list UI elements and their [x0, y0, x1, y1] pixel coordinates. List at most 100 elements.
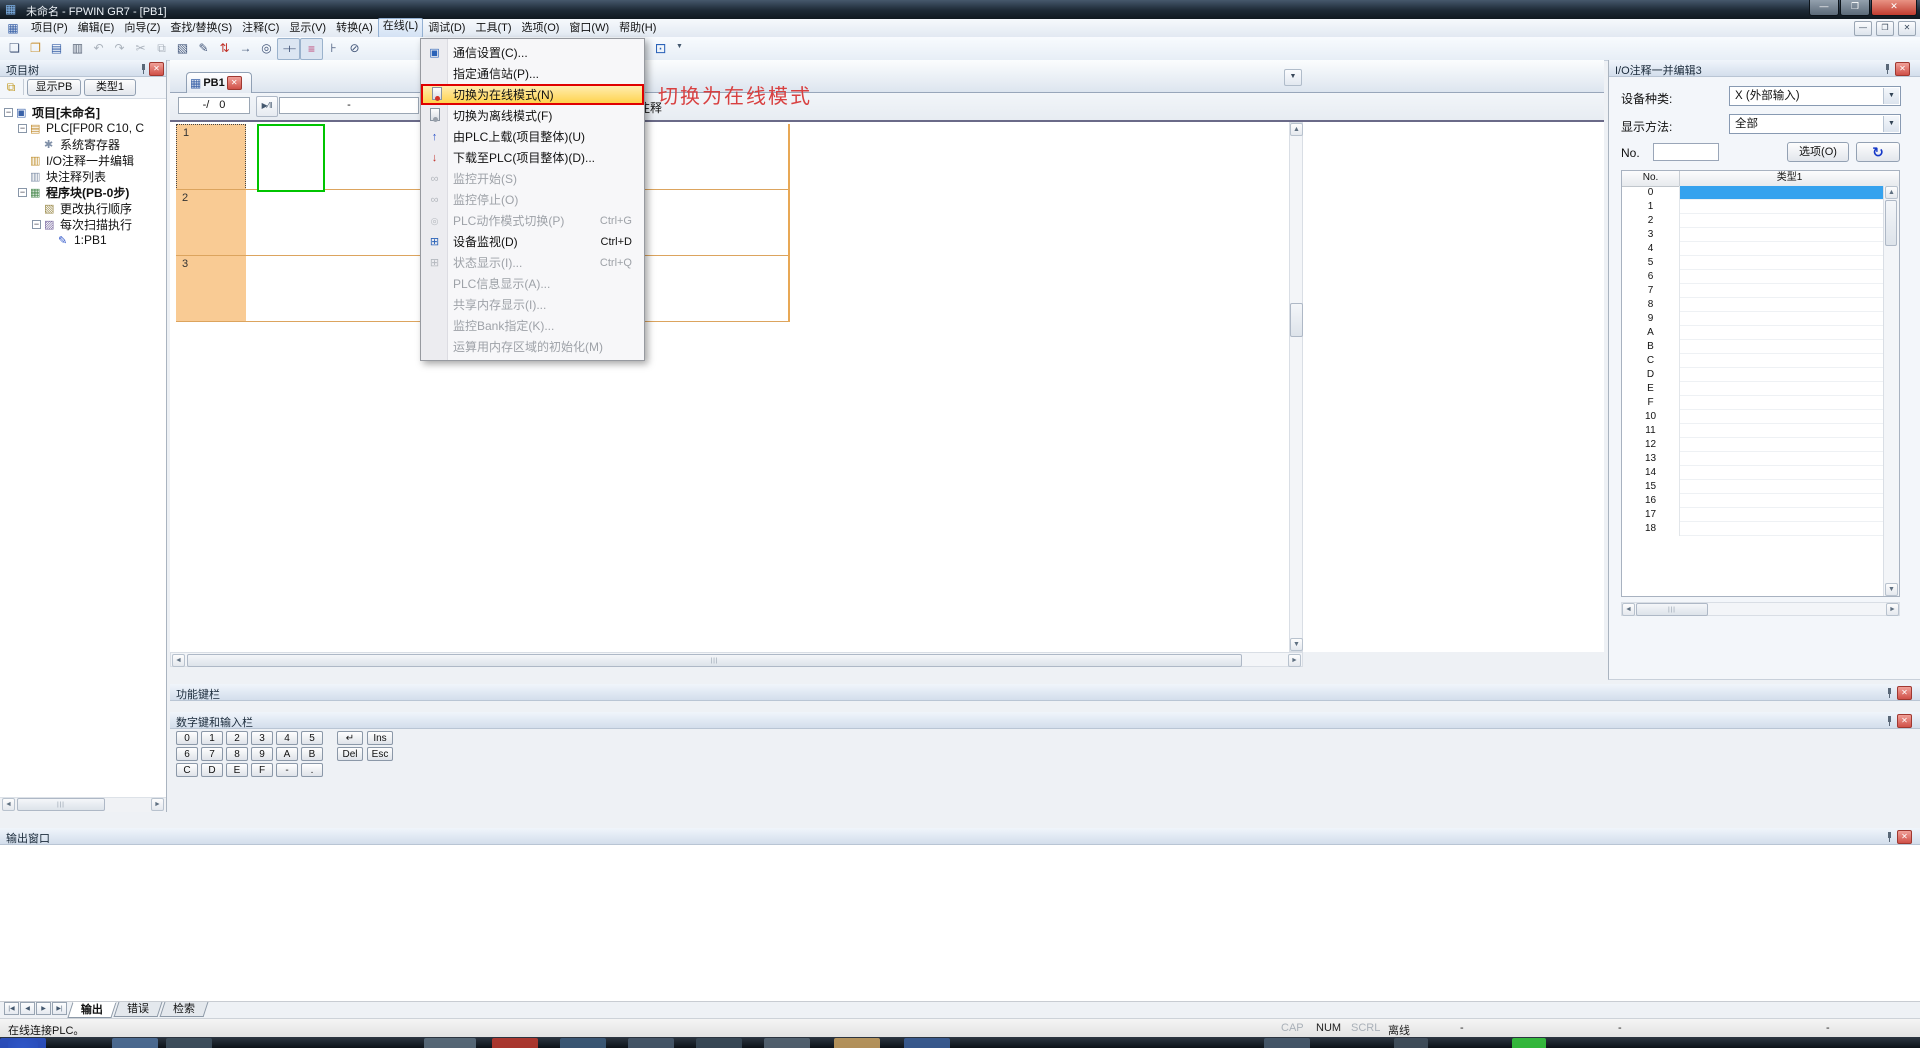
menu-option[interactable]: 共享内存显示(I)...: [421, 294, 644, 315]
comment-cell[interactable]: [1680, 312, 1884, 326]
table-row[interactable]: 16: [1622, 494, 1884, 508]
table-row[interactable]: D: [1622, 368, 1884, 382]
scroll-up-icon[interactable]: ▲: [1885, 186, 1898, 199]
keypad-key[interactable]: 7: [201, 747, 223, 761]
close-panel-icon[interactable]: [1895, 62, 1910, 76]
close-panel-icon[interactable]: [1897, 686, 1912, 700]
menu-item[interactable]: 转换(A): [331, 19, 378, 37]
keypad-key[interactable]: D: [201, 763, 223, 777]
edit-comment-icon[interactable]: [193, 38, 214, 58]
menu-item[interactable]: 显示(V): [284, 19, 331, 37]
menu-option[interactable]: 监控停止(O): [421, 189, 644, 210]
tree-item[interactable]: 程序块(PB-0步): [0, 184, 166, 200]
menu-item[interactable]: 帮助(H): [614, 19, 661, 37]
taskbar-item[interactable]: [904, 1038, 950, 1048]
menu-option[interactable]: 通信设置(C)...: [421, 42, 644, 63]
io-vertical-scrollbar[interactable]: ▲ ▼: [1883, 186, 1899, 596]
taskbar-item[interactable]: [424, 1038, 476, 1048]
ins-key[interactable]: Ins: [367, 731, 393, 745]
taskbar-item[interactable]: [560, 1038, 606, 1048]
device-type-select[interactable]: X (外部输入): [1729, 86, 1901, 106]
comment-cell[interactable]: [1680, 368, 1884, 382]
monitor-display-icon[interactable]: [650, 38, 671, 58]
enter-key[interactable]: ↵: [337, 731, 363, 745]
comment-cell[interactable]: [1680, 186, 1884, 200]
close-panel-icon[interactable]: [149, 62, 164, 76]
keypad-key[interactable]: 1: [201, 731, 223, 745]
menu-option[interactable]: 由PLC上载(项目整体)(U): [421, 126, 644, 147]
save-icon[interactable]: [46, 38, 67, 58]
tree-item[interactable]: 块注释列表: [0, 168, 166, 184]
taskbar-item[interactable]: [112, 1038, 158, 1048]
table-row[interactable]: 11: [1622, 424, 1884, 438]
table-row[interactable]: 1: [1622, 200, 1884, 214]
scrollbar-thumb[interactable]: [1885, 200, 1897, 246]
scroll-up-icon[interactable]: ▲: [1290, 123, 1303, 136]
comment-cell[interactable]: [1680, 298, 1884, 312]
scroll-right-icon[interactable]: ►: [1886, 603, 1899, 616]
find-icon[interactable]: [256, 38, 277, 58]
line-icon[interactable]: [323, 38, 344, 58]
cut-icon[interactable]: [130, 38, 151, 58]
taskbar-item[interactable]: [1512, 1038, 1546, 1048]
scrollbar-thumb[interactable]: [1636, 603, 1708, 616]
taskbar-item[interactable]: [696, 1038, 742, 1048]
keypad-key[interactable]: 5: [301, 731, 323, 745]
menu-option[interactable]: PLC信息显示(A)...: [421, 273, 644, 294]
ladder-editor-canvas[interactable]: 1 2 3: [170, 120, 1604, 652]
tree-expander-icon[interactable]: [4, 108, 13, 117]
editor-horizontal-scrollbar[interactable]: ◄ ►: [170, 652, 1303, 667]
keypad-key[interactable]: 9: [251, 747, 273, 761]
taskbar-item[interactable]: [1264, 1038, 1310, 1048]
menu-option[interactable]: 下载至PLC(项目整体)(D)...: [421, 147, 644, 168]
table-row[interactable]: 14: [1622, 466, 1884, 480]
tab-nav-icon[interactable]: |◀: [4, 1002, 19, 1015]
jump-icon[interactable]: [235, 38, 256, 58]
ladder-row-header[interactable]: 2: [176, 190, 246, 256]
menu-item[interactable]: 调试(D): [423, 19, 470, 37]
io-horizontal-scrollbar[interactable]: ◄ ►: [1621, 602, 1900, 616]
editor-vertical-scrollbar[interactable]: ▲ ▼: [1289, 122, 1303, 652]
undo-icon[interactable]: [88, 38, 109, 58]
table-row[interactable]: 4: [1622, 242, 1884, 256]
tab-nav-icon[interactable]: ◀: [20, 1002, 35, 1015]
mdi-minimize-button[interactable]: —: [1854, 21, 1872, 36]
show-pb-button[interactable]: 显示PB: [27, 79, 81, 96]
table-row[interactable]: 13: [1622, 452, 1884, 466]
table-row[interactable]: A: [1622, 326, 1884, 340]
contact-a-icon[interactable]: [277, 38, 300, 60]
table-row[interactable]: 8: [1622, 298, 1884, 312]
keypad-key[interactable]: .: [301, 763, 323, 777]
scroll-left-icon[interactable]: ◄: [172, 654, 185, 667]
no-input[interactable]: [1653, 143, 1719, 161]
comment-cell[interactable]: [1680, 410, 1884, 424]
comment-cell[interactable]: [1680, 214, 1884, 228]
taskbar-item[interactable]: [0, 1038, 46, 1048]
view-switch-icon[interactable]: [2, 78, 20, 96]
refresh-button[interactable]: [1856, 142, 1900, 162]
redo-icon[interactable]: [109, 38, 130, 58]
table-row[interactable]: F: [1622, 396, 1884, 410]
menu-option[interactable]: 状态显示(I)... Ctrl+Q: [421, 252, 644, 273]
maximize-button[interactable]: ❐: [1840, 0, 1870, 16]
toolbar-overflow-icon[interactable]: ▼: [676, 43, 683, 50]
scroll-left-icon[interactable]: ◄: [2, 798, 15, 811]
comment-cell[interactable]: [1680, 228, 1884, 242]
scroll-down-icon[interactable]: ▼: [1290, 638, 1303, 651]
taskbar-item[interactable]: [628, 1038, 674, 1048]
menu-option[interactable]: 运算用内存区域的初始化(M): [421, 336, 644, 357]
comment-cell[interactable]: [1680, 522, 1884, 536]
pin-icon[interactable]: [139, 64, 148, 74]
scroll-right-icon[interactable]: ►: [1288, 654, 1301, 667]
keypad-key[interactable]: 2: [226, 731, 248, 745]
menu-item[interactable]: 在线(L): [378, 18, 423, 38]
tree-item[interactable]: 更改执行顺序: [0, 200, 166, 216]
keypad-key[interactable]: B: [301, 747, 323, 761]
copy-icon[interactable]: [151, 38, 172, 58]
table-row[interactable]: C: [1622, 354, 1884, 368]
options-button[interactable]: 选项(O): [1787, 142, 1849, 162]
comment-cell[interactable]: [1680, 452, 1884, 466]
menu-item[interactable]: 注释(C): [237, 19, 284, 37]
table-row[interactable]: 18: [1622, 522, 1884, 536]
tree-item[interactable]: 1:PB1: [0, 232, 166, 248]
